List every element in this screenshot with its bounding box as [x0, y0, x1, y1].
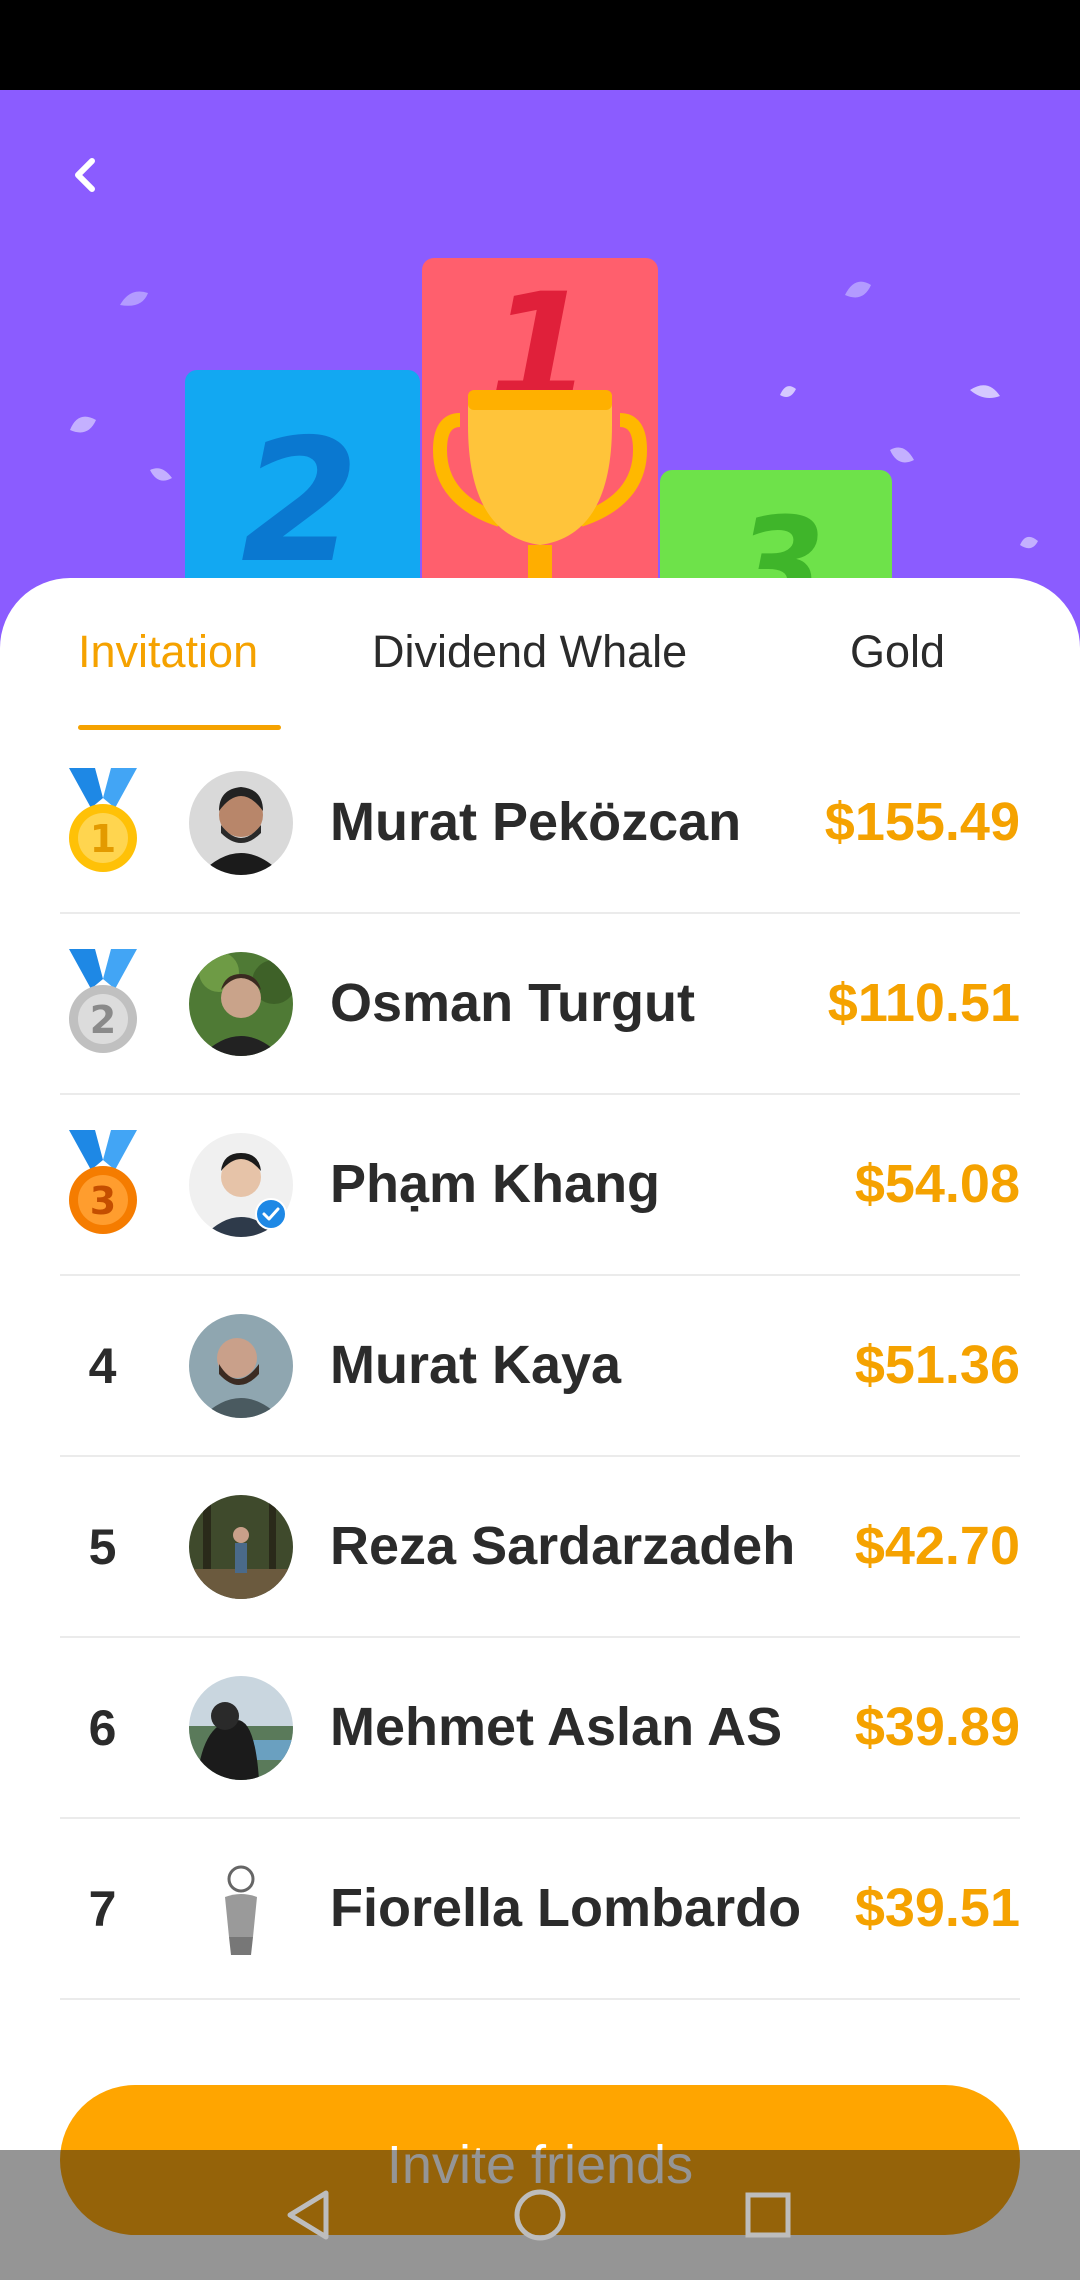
user-name: Murat Kaya — [330, 1335, 622, 1395]
nav-home-button[interactable] — [500, 2175, 580, 2255]
earnings-amount: $110.51 — [827, 973, 1020, 1033]
avatar[interactable] — [189, 771, 293, 875]
list-item[interactable]: 4 Murat Kaya $51.36 — [60, 1276, 1020, 1457]
tab-invitation[interactable]: Invitation — [78, 626, 258, 678]
user-name: Osman Turgut — [330, 973, 696, 1033]
rank-badge: 3 — [60, 1095, 145, 1274]
tab-active-indicator — [78, 725, 281, 730]
avatar[interactable] — [189, 952, 293, 1056]
earnings-amount: $39.89 — [854, 1697, 1020, 1757]
rank-badge: 1 — [60, 733, 145, 912]
circle-home-icon — [514, 2189, 566, 2241]
leaderboard-sheet: Invitation Dividend Whale Gold 1 Murat P… — [0, 578, 1080, 2280]
gold-medal-icon: 1 — [68, 767, 137, 872]
svg-text:2: 2 — [241, 403, 359, 601]
tab-gold[interactable]: Gold — [850, 626, 945, 678]
podium-trophy-illustration: 2 1 3 — [70, 258, 1038, 610]
square-recents-icon — [745, 2192, 791, 2238]
list-item[interactable]: 6 Mehmet Aslan AS $39.89 — [60, 1638, 1020, 1819]
nav-back-button[interactable] — [268, 2175, 348, 2255]
hero-banner: 2 1 3 — [0, 90, 1080, 610]
svg-text:2: 2 — [89, 998, 115, 1042]
tab-dividend-whale[interactable]: Dividend Whale — [372, 626, 687, 678]
avatar[interactable] — [189, 1495, 293, 1599]
earnings-amount: $51.36 — [854, 1335, 1020, 1395]
rank-number: 7 — [88, 1880, 117, 1937]
user-name: Phạm Khang — [330, 1154, 661, 1214]
user-name: Fiorella Lombardo — [330, 1878, 802, 1938]
svg-text:3: 3 — [89, 1179, 115, 1223]
avatar[interactable] — [189, 1314, 293, 1418]
list-item[interactable]: 2 Osman Turgut $110.51 — [60, 914, 1020, 1095]
earnings-amount: $155.49 — [824, 792, 1020, 852]
nav-recents-button[interactable] — [728, 2175, 808, 2255]
verified-badge-icon — [255, 1198, 287, 1230]
svg-text:1: 1 — [89, 817, 115, 861]
user-name: Murat Peközcan — [330, 792, 742, 852]
silver-medal-icon: 2 — [68, 948, 137, 1053]
rank-number: 4 — [88, 1337, 117, 1394]
rank-number: 5 — [88, 1518, 117, 1575]
triangle-back-icon — [287, 2190, 329, 2240]
earnings-amount: $39.51 — [854, 1878, 1020, 1938]
earnings-amount: $42.70 — [854, 1516, 1020, 1576]
rank-badge: 2 — [60, 914, 145, 1093]
user-name: Mehmet Aslan AS — [330, 1697, 783, 1757]
avatar[interactable] — [189, 1676, 293, 1780]
bronze-medal-icon: 3 — [68, 1129, 137, 1234]
list-item[interactable]: 1 Murat Peközcan $155.49 — [60, 733, 1020, 914]
system-nav-bar — [0, 2150, 1080, 2280]
avatar[interactable] — [189, 1857, 293, 1961]
list-item[interactable]: 7 Fiorella Lombardo $39.51 — [60, 1819, 1020, 2000]
list-item[interactable]: 5 Reza Sardarzadeh $42.70 — [60, 1457, 1020, 1638]
back-button[interactable] — [55, 145, 115, 205]
user-name: Reza Sardarzadeh — [330, 1516, 796, 1576]
status-bar — [0, 0, 1080, 90]
earnings-amount: $54.08 — [854, 1154, 1020, 1214]
chevron-left-icon — [75, 158, 95, 192]
list-item[interactable]: 3 Phạm Khang $54.08 — [60, 1095, 1020, 1276]
tab-bar: Invitation Dividend Whale Gold — [0, 578, 1080, 733]
rank-number: 6 — [88, 1699, 117, 1756]
leaderboard-list: 1 Murat Peközcan $155.49 2 Osman Turgut — [60, 733, 1020, 2000]
